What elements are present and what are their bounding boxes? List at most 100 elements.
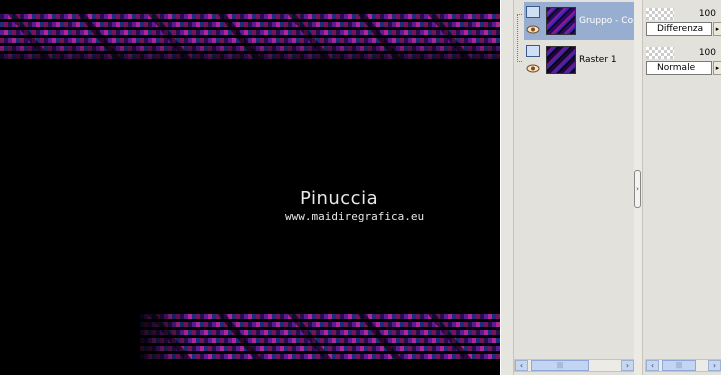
stripe-segment [352,14,356,19]
layers-panel: Gruppo - Copia Raster 1 ‹ ||| › [513,0,635,375]
stripe-segment [220,322,224,327]
stripe-segment [404,14,408,19]
stripe-segment [208,330,212,335]
stripe-segment [204,330,208,335]
stripe-segment [348,346,352,351]
stripe-segment [492,14,496,19]
layer-row-gruppo-copia[interactable]: Gruppo - Copia [524,2,635,40]
scroll-left-button[interactable]: ‹ [515,360,528,371]
stripe-segment [476,30,480,35]
stripe-segment [424,322,428,327]
blend-mode-select[interactable]: Differenza [646,22,712,36]
stripe-segment [460,338,464,343]
stripe-segment [228,346,232,351]
stripe-segment [360,22,364,27]
layers-horizontal-scrollbar[interactable]: ‹ ||| › [514,359,635,372]
stripe-segment [120,22,124,27]
stripe-segment [196,30,200,35]
stripe-segment [412,30,416,35]
stripe-segment [460,314,464,319]
stripe-segment [176,30,180,35]
stripe-segment [292,338,296,343]
stripe-segment [412,346,416,351]
stripe-segment [268,14,272,19]
stripe-segment [288,338,292,343]
stripe-segment [28,22,32,27]
stripe-segment [388,30,392,35]
stripe-segment [380,354,384,359]
stripe-segment [440,314,444,319]
stripe-segment [200,22,204,27]
scroll-left-button[interactable]: ‹ [646,360,659,371]
stripe-segment [212,14,216,19]
stripe-segment [236,354,240,359]
stripe-segment [404,346,408,351]
stripe-segment [44,14,48,19]
stripe-segment [368,346,372,351]
scroll-right-button[interactable]: › [621,360,634,371]
stripe-segment [420,14,424,19]
stripe-segment [212,330,216,335]
stripe-segment [220,354,224,359]
stripe-segment [416,22,420,27]
stripe-segment [480,30,484,35]
visibility-eye-icon[interactable] [526,25,540,34]
stripe-segment [480,322,484,327]
stripe-segment [408,314,412,319]
opacity-value[interactable]: 100 [680,8,721,20]
dropdown-arrow-icon[interactable]: ▸ [713,22,721,36]
scroll-thumb[interactable]: ||| [531,360,589,371]
stripe-segment [472,330,476,335]
stripe-segment [184,14,188,19]
stripe-segment [484,22,488,27]
properties-horizontal-scrollbar[interactable]: ‹ ||| › [645,359,721,372]
group-layer-icon [526,6,540,18]
stripe-segment [476,314,480,319]
stripe-segment [356,22,360,27]
stripe-segment [428,22,432,27]
stripe-segment [296,354,300,359]
stripe-segment [356,30,360,35]
collapse-handle-icon[interactable]: › [634,170,641,208]
dropdown-arrow-icon[interactable]: ▸ [713,61,721,75]
stripe-segment [464,322,468,327]
stripe-segment [408,354,412,359]
stripe-segment [48,22,52,27]
stripe-segment [480,314,484,319]
stripe-segment [448,322,452,327]
stripe-segment [44,30,48,35]
stripe-segment [488,22,492,27]
stripe-segment [28,14,32,19]
opacity-value[interactable]: 100 [680,47,721,59]
stripe-segment [212,322,216,327]
stripe-segment [352,30,356,35]
blend-mode-select[interactable]: Normale [646,61,712,75]
scroll-right-button[interactable]: › [708,360,721,371]
stripe-segment [204,346,208,351]
scroll-thumb[interactable]: ||| [662,360,696,371]
stripe-segment [112,14,116,19]
stripe-segment [488,338,492,343]
stripe-segment [204,314,208,319]
stripe-segment [248,338,252,343]
stripe-segment [192,322,196,327]
stripe-segment [0,30,4,35]
stripe-segment [216,354,220,359]
stripe-segment [348,322,352,327]
visibility-eye-icon[interactable] [526,64,540,73]
stripe-segment [392,14,396,19]
stripe-segment [136,22,140,27]
stripe-segment [324,338,328,343]
stripe-segment [400,14,404,19]
stripe-segment [176,14,180,19]
stripe-segment [412,330,416,335]
stripe-segment [288,354,292,359]
image-canvas[interactable]: Pinuccia www.maidiregrafica.eu [0,0,500,375]
layer-properties-row: 100 Normale ▸ [646,41,721,77]
stripe-segment [220,346,224,351]
stripe-segment [464,346,468,351]
layer-row-raster-1[interactable]: Raster 1 [524,41,635,79]
stripe-segment [492,338,496,343]
panel-splitter[interactable] [500,0,513,375]
stripe-segment [116,14,120,19]
